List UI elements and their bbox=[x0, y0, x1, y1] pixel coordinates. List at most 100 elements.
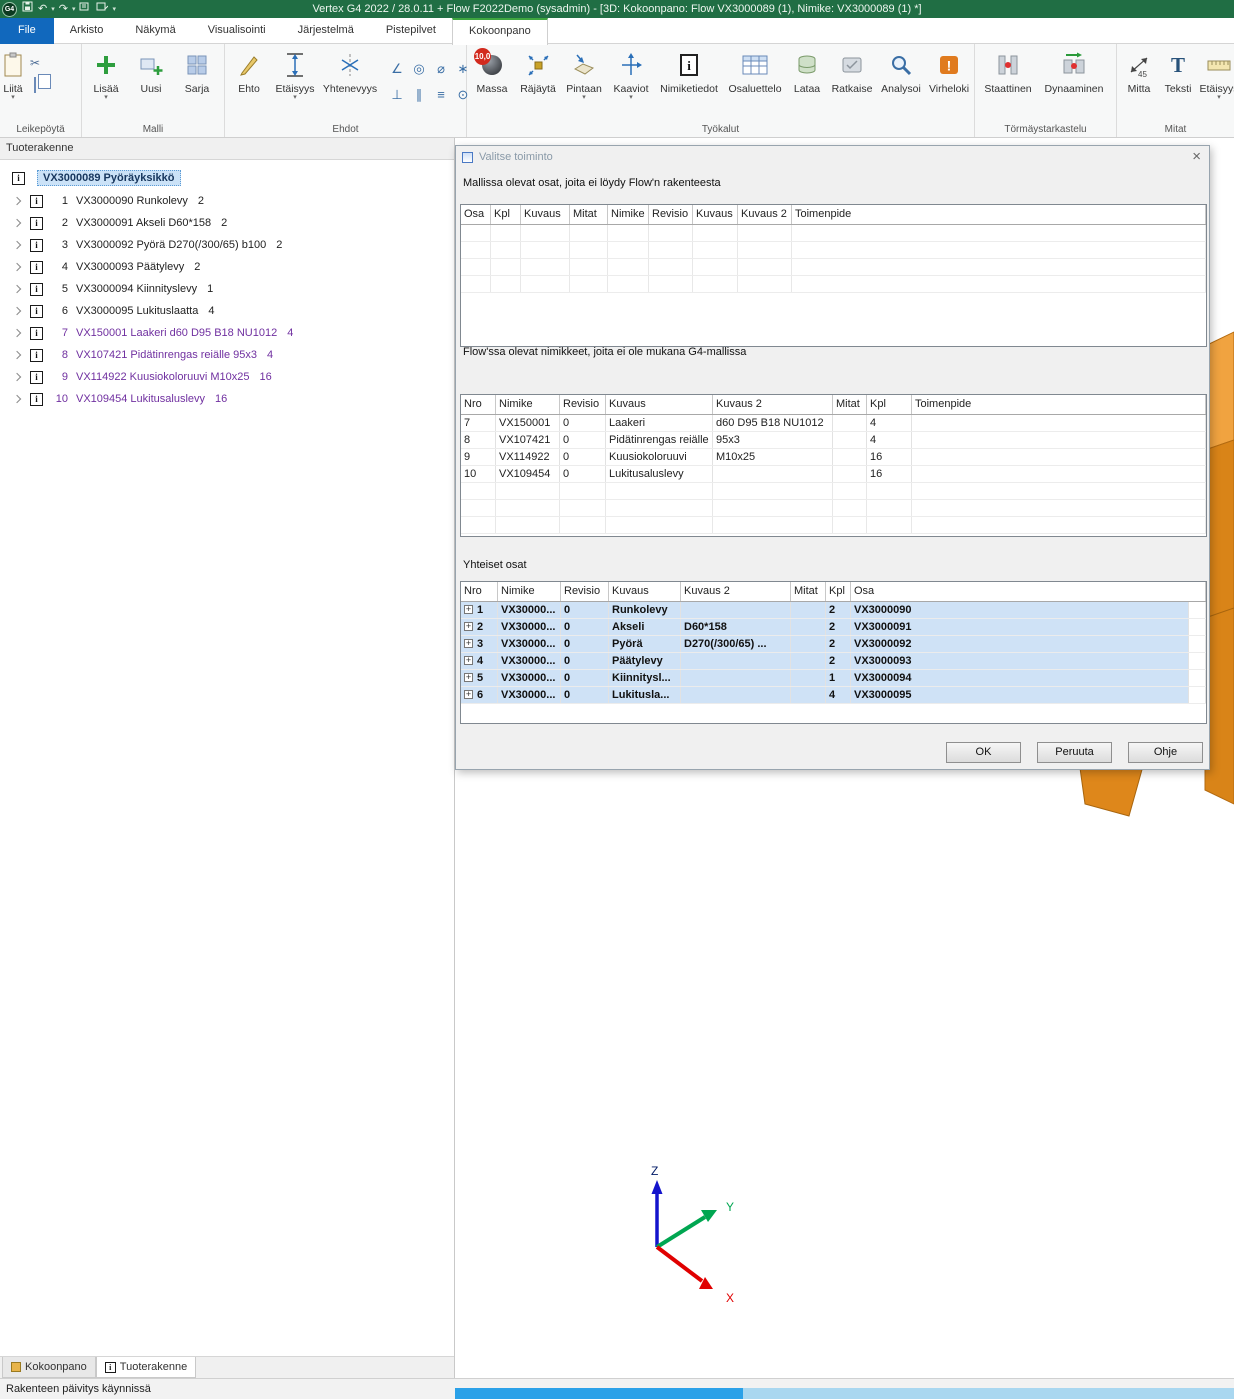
copy-icon bbox=[34, 77, 36, 93]
flow-item-row[interactable]: 8 VX107421 0 Pidätinrengas reiälle 95x3 … bbox=[461, 432, 1206, 449]
expand-plus-icon[interactable]: + bbox=[464, 673, 473, 682]
ribbon: Liitä ▾ ✂ Leikepöytä Lisää ▾ U bbox=[0, 44, 1234, 138]
tree-root-item[interactable]: i VX3000089 Pyöräyksikkö bbox=[12, 170, 454, 186]
common-parts-table: NroNimikeRevisioKuvausKuvaus 2MitatKplOs… bbox=[460, 581, 1207, 724]
part-list-button[interactable]: Osaluettelo bbox=[723, 46, 787, 120]
expand-plus-icon[interactable]: + bbox=[464, 656, 473, 665]
redo-caret-icon[interactable]: ▾ bbox=[72, 5, 76, 13]
item-info-button[interactable]: i Nimiketiedot bbox=[655, 46, 723, 120]
tree-item[interactable]: i 7 VX150001 Laakeri d60 D95 B18 NU1012 … bbox=[0, 322, 454, 344]
save-button[interactable] bbox=[21, 1, 34, 17]
info-icon: i bbox=[30, 239, 43, 252]
svg-text:!: ! bbox=[947, 58, 952, 74]
quick-access-customize-icon[interactable]: ▾ bbox=[112, 5, 116, 13]
distance-constraint-button[interactable]: Etäisyys ▾ bbox=[271, 46, 319, 120]
chevron-right-icon[interactable] bbox=[13, 219, 21, 227]
new-button[interactable]: Uusi bbox=[128, 46, 174, 120]
model-update-icon[interactable] bbox=[78, 1, 92, 17]
tree-item[interactable]: i 2 VX3000091 Akseli D60*158 2 bbox=[0, 212, 454, 234]
tree-item[interactable]: i 1 VX3000090 Runkolevy 2 bbox=[0, 190, 454, 212]
chevron-right-icon[interactable] bbox=[13, 307, 21, 315]
app-logo[interactable]: G4 bbox=[2, 2, 17, 17]
bottom-tab-tuoterakenne[interactable]: i Tuoterakenne bbox=[96, 1357, 196, 1378]
flow-item-row[interactable]: 10 VX109454 0 Lukitusaluslevy 16 bbox=[461, 466, 1206, 483]
tree-item[interactable]: i 4 VX3000093 Päätylevy 2 bbox=[0, 256, 454, 278]
constraint-type-icon[interactable]: ⊥ bbox=[387, 84, 407, 108]
text-button[interactable]: T Teksti bbox=[1159, 46, 1197, 120]
menu-tab[interactable]: Kokoonpano bbox=[452, 18, 548, 45]
constraint-button[interactable]: Ehto bbox=[227, 46, 271, 120]
tree-item[interactable]: i 5 VX3000094 Kiinnityslevy 1 bbox=[0, 278, 454, 300]
common-part-row[interactable]: +6 VX30000... 0 Lukitusla... 4 VX3000095 bbox=[461, 687, 1206, 704]
common-part-row[interactable]: +4 VX30000... 0 Päätylevy 2 VX3000093 bbox=[461, 653, 1206, 670]
help-button[interactable]: Ohje bbox=[1128, 742, 1203, 763]
chevron-right-icon[interactable] bbox=[13, 197, 21, 205]
chevron-right-icon[interactable] bbox=[13, 329, 21, 337]
tree-item[interactable]: i 9 VX114922 Kuusiokoloruuvi M10x25 16 bbox=[0, 366, 454, 388]
undo-caret-icon[interactable]: ▾ bbox=[51, 5, 55, 13]
explode-button[interactable]: Räjäytä bbox=[515, 46, 561, 120]
redo-button[interactable]: ↷ bbox=[58, 1, 69, 17]
chevron-right-icon[interactable] bbox=[13, 285, 21, 293]
constraint-type-icon[interactable]: ⌀ bbox=[431, 58, 451, 82]
diagrams-button[interactable]: Kaaviot ▾ bbox=[607, 46, 655, 120]
paste-button[interactable]: Liitä ▾ bbox=[2, 46, 24, 120]
empty-row bbox=[461, 259, 1206, 276]
close-icon[interactable]: × bbox=[1192, 150, 1201, 164]
chevron-right-icon[interactable] bbox=[13, 263, 21, 271]
solve-button[interactable]: Ratkaise bbox=[827, 46, 877, 120]
copy-button[interactable] bbox=[34, 78, 36, 92]
mass-button[interactable]: 10,0 Massa bbox=[469, 46, 515, 120]
cancel-button[interactable]: Peruuta bbox=[1037, 742, 1112, 763]
column-header: Mitat bbox=[570, 205, 608, 224]
expand-plus-icon[interactable]: + bbox=[464, 622, 473, 631]
common-part-row[interactable]: +5 VX30000... 0 Kiinnitysl... 1 VX300009… bbox=[461, 670, 1206, 687]
model-settings-icon[interactable] bbox=[95, 1, 109, 17]
flow-item-row[interactable]: 7 VX150001 0 Laakeri d60 D95 B18 NU1012 … bbox=[461, 415, 1206, 432]
common-part-row[interactable]: +2 VX30000... 0 Akseli D60*158 2 VX30000… bbox=[461, 619, 1206, 636]
constraint-type-icon[interactable]: ∥ bbox=[409, 84, 429, 108]
constraint-type-icon[interactable]: ◎ bbox=[409, 58, 429, 82]
chevron-right-icon[interactable] bbox=[13, 395, 21, 403]
assembly-icon bbox=[11, 1362, 21, 1372]
menu-tab[interactable]: Visualisointi bbox=[192, 18, 282, 44]
series-button[interactable]: Sarja bbox=[174, 46, 220, 120]
constraint-type-icon[interactable]: ∠ bbox=[387, 58, 407, 82]
cut-button[interactable]: ✂ bbox=[30, 56, 40, 70]
select-action-dialog: Valitse toiminto × Mallissa olevat osat,… bbox=[455, 145, 1210, 770]
tree-item[interactable]: i 8 VX107421 Pidätinrengas reiälle 95x3 … bbox=[0, 344, 454, 366]
measure-button[interactable]: 45 Mitta bbox=[1119, 46, 1159, 120]
error-log-button[interactable]: ! Virheloki bbox=[925, 46, 973, 120]
coincidence-button[interactable]: Yhtenevyys bbox=[319, 46, 381, 120]
chevron-right-icon[interactable] bbox=[13, 241, 21, 249]
dialog-titlebar[interactable]: Valitse toiminto × bbox=[456, 146, 1209, 168]
undo-button[interactable]: ↶ bbox=[37, 1, 48, 17]
common-part-row[interactable]: +3 VX30000... 0 Pyörä D270(/300/65) ... … bbox=[461, 636, 1206, 653]
tree-item[interactable]: i 10 VX109454 Lukitusaluslevy 16 bbox=[0, 388, 454, 410]
tree-item[interactable]: i 3 VX3000092 Pyörä D270(/300/65) b100 2 bbox=[0, 234, 454, 256]
menu-tab[interactable]: File bbox=[0, 18, 54, 44]
bottom-tab-kokoonpano[interactable]: Kokoonpano bbox=[2, 1357, 96, 1378]
expand-plus-icon[interactable]: + bbox=[464, 605, 473, 614]
to-surface-button[interactable]: Pintaan ▾ bbox=[561, 46, 607, 120]
expand-plus-icon[interactable]: + bbox=[464, 639, 473, 648]
expand-plus-icon[interactable]: + bbox=[464, 690, 473, 699]
add-button[interactable]: Lisää ▾ bbox=[84, 46, 128, 120]
menu-tab[interactable]: Pistepilvet bbox=[370, 18, 452, 44]
load-button[interactable]: Lataa bbox=[787, 46, 827, 120]
dynamic-collision-button[interactable]: Dynaaminen bbox=[1039, 46, 1109, 120]
constraint-type-icon[interactable]: ≡ bbox=[431, 84, 451, 108]
static-collision-button[interactable]: Staattinen bbox=[977, 46, 1039, 120]
common-part-row[interactable]: +1 VX30000... 0 Runkolevy 2 VX3000090 bbox=[461, 602, 1206, 619]
product-structure-tree: i VX3000089 Pyöräyksikkö i 1 VX3000090 R… bbox=[0, 160, 454, 1356]
menu-tab[interactable]: Järjestelmä bbox=[282, 18, 370, 44]
chevron-right-icon[interactable] bbox=[13, 373, 21, 381]
analyze-button[interactable]: Analysoi bbox=[877, 46, 925, 120]
ok-button[interactable]: OK bbox=[946, 742, 1021, 763]
flow-item-row[interactable]: 9 VX114922 0 Kuusiokoloruuvi M10x25 16 bbox=[461, 449, 1206, 466]
tree-item[interactable]: i 6 VX3000095 Lukituslaatta 4 bbox=[0, 300, 454, 322]
menu-tab[interactable]: Näkymä bbox=[119, 18, 191, 44]
distance-measure-button[interactable]: Etäisyys ▾ bbox=[1197, 46, 1234, 120]
menu-tab[interactable]: Arkisto bbox=[54, 18, 120, 44]
chevron-right-icon[interactable] bbox=[13, 351, 21, 359]
